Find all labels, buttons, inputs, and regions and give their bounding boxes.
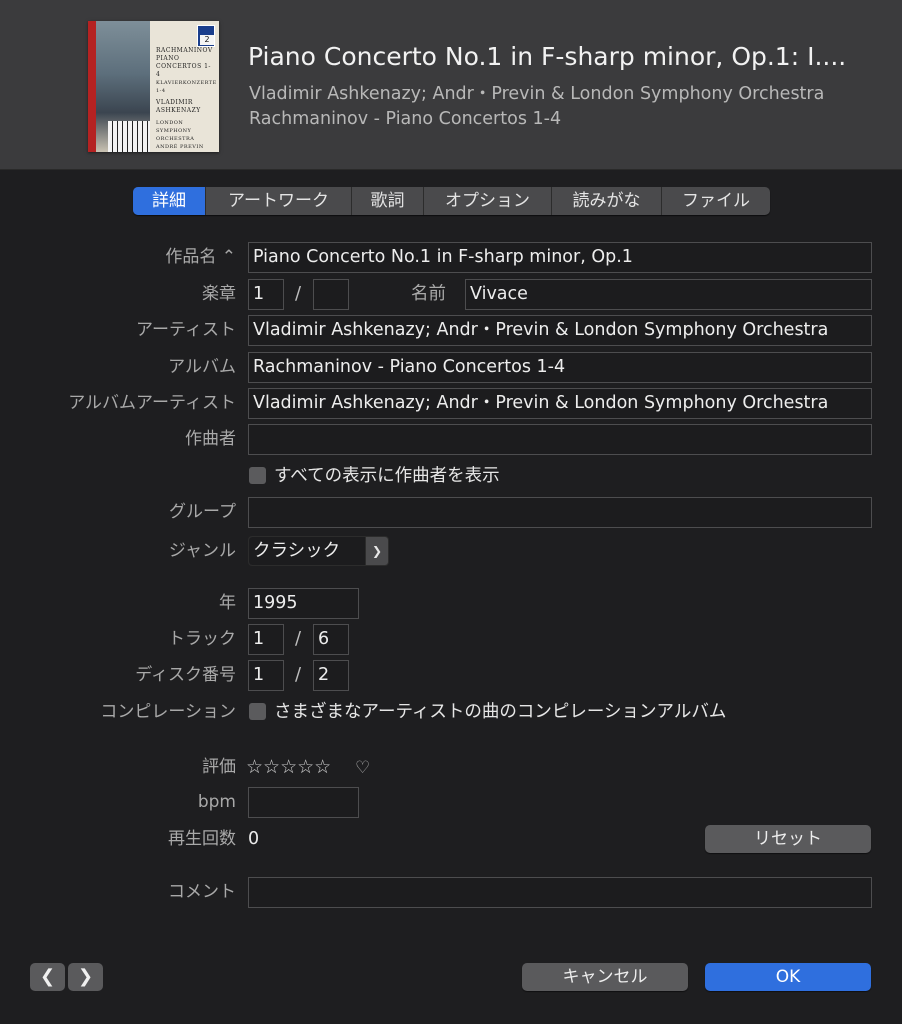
grouping-field[interactable] bbox=[248, 497, 872, 528]
artwork-piano bbox=[108, 121, 150, 152]
chevron-left-icon[interactable]: ❮ bbox=[30, 963, 65, 991]
year-field[interactable]: 1995 bbox=[248, 588, 359, 619]
composer-field[interactable] bbox=[248, 424, 872, 455]
rating-label: 評価 bbox=[202, 757, 236, 777]
track-slash: / bbox=[295, 628, 302, 649]
comment-field[interactable] bbox=[248, 877, 872, 908]
tab-lyrics[interactable]: 歌詞 bbox=[352, 187, 424, 215]
genre-label: ジャンル bbox=[168, 541, 236, 561]
movement-label: 楽章 bbox=[202, 284, 236, 304]
header-title: Piano Concerto No.1 in F-sharp minor, Op… bbox=[248, 42, 847, 71]
work-field[interactable]: Piano Concerto No.1 in F-sharp minor, Op… bbox=[248, 242, 872, 273]
work-label[interactable]: 作品名 ⌃ bbox=[165, 242, 236, 272]
show-composer-label[interactable]: すべての表示に作曲者を表示 bbox=[274, 465, 500, 487]
album-artist-label: アルバムアーティスト bbox=[68, 393, 236, 413]
compilation-checkbox[interactable] bbox=[249, 703, 266, 720]
track-label: トラック bbox=[168, 629, 236, 649]
rating-stars[interactable]: ☆☆☆☆☆ bbox=[246, 755, 331, 779]
disc-total-field[interactable]: 2 bbox=[313, 660, 349, 691]
play-count-value: 0 bbox=[248, 829, 260, 849]
header-album: Rachmaninov - Piano Concertos 1-4 bbox=[249, 109, 562, 129]
movement-slash: / bbox=[295, 283, 302, 304]
track-info-header: 2 RACHMANINOV PIANO CONCERTOS 1-4 KLAVIE… bbox=[0, 0, 902, 170]
tab-artwork[interactable]: アートワーク bbox=[206, 187, 352, 215]
movement-name-label: 名前 bbox=[411, 284, 446, 304]
disc-slash: / bbox=[295, 664, 302, 685]
show-composer-checkbox[interactable] bbox=[249, 467, 266, 484]
header-artist: Vladimir Ashkenazy; Andr・Previn & London… bbox=[249, 84, 825, 104]
tab-file[interactable]: ファイル bbox=[662, 187, 770, 215]
track-number-field[interactable]: 1 bbox=[248, 624, 284, 655]
tab-bar: 詳細 アートワーク 歌詞 オプション 読みがな ファイル bbox=[133, 187, 770, 215]
comment-label: コメント bbox=[168, 882, 236, 902]
movement-count-field[interactable] bbox=[313, 279, 349, 310]
tab-options[interactable]: オプション bbox=[424, 187, 552, 215]
cancel-button[interactable]: キャンセル bbox=[522, 963, 688, 991]
artwork-red-strip bbox=[88, 21, 96, 152]
reset-button[interactable]: リセット bbox=[705, 825, 871, 853]
artwork-badge: 2 bbox=[200, 35, 214, 45]
heart-outline-icon[interactable]: ♡ bbox=[355, 756, 370, 780]
album-field[interactable]: Rachmaninov - Piano Concertos 1-4 bbox=[248, 352, 872, 383]
composer-label: 作曲者 bbox=[185, 429, 236, 449]
album-artist-field[interactable]: Vladimir Ashkenazy; Andr・Previn & London… bbox=[248, 388, 872, 419]
chevron-right-icon[interactable]: ❯ bbox=[68, 963, 103, 991]
movement-number-field[interactable]: 1 bbox=[248, 279, 284, 310]
tab-details[interactable]: 詳細 bbox=[133, 187, 206, 215]
compilation-text[interactable]: さまざまなアーティストの曲のコンピレーションアルバム bbox=[274, 701, 726, 723]
album-artwork: 2 RACHMANINOV PIANO CONCERTOS 1-4 KLAVIE… bbox=[88, 21, 219, 152]
tab-sorting[interactable]: 読みがな bbox=[552, 187, 662, 215]
album-label: アルバム bbox=[168, 357, 236, 377]
grouping-label: グループ bbox=[169, 502, 236, 522]
play-count-label: 再生回数 bbox=[168, 829, 236, 849]
artist-field[interactable]: Vladimir Ashkenazy; Andr・Previn & London… bbox=[248, 315, 872, 346]
bpm-label: bpm bbox=[197, 792, 236, 812]
ok-button[interactable]: OK bbox=[705, 963, 871, 991]
genre-value[interactable]: クラシック bbox=[249, 537, 366, 565]
disc-number-field[interactable]: 1 bbox=[248, 660, 284, 691]
movement-name-field[interactable]: Vivace bbox=[465, 279, 872, 310]
genre-select[interactable]: クラシック ❯ bbox=[248, 536, 389, 566]
disc-label: ディスク番号 bbox=[135, 665, 236, 685]
chevron-down-icon[interactable]: ❯ bbox=[366, 537, 388, 565]
year-label: 年 bbox=[219, 593, 236, 613]
bpm-field[interactable] bbox=[248, 787, 359, 818]
artist-label: アーティスト bbox=[136, 320, 236, 340]
compilation-label: コンピレーション bbox=[100, 702, 236, 722]
artwork-text: RACHMANINOV PIANO CONCERTOS 1-4 KLAVIERK… bbox=[156, 47, 217, 150]
track-total-field[interactable]: 6 bbox=[313, 624, 349, 655]
